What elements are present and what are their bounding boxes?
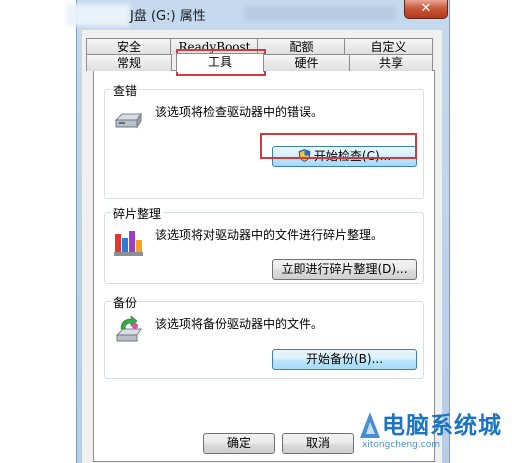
shield-icon: [298, 149, 311, 162]
drive-icon: [114, 112, 142, 129]
group-error-check: 查错 该选项将检查驱动器中的错误。 开始检查(C)...: [104, 82, 424, 199]
group-description: 该选项将备份驱动器中的文件。: [155, 317, 324, 331]
window-title: J盘 (G:) 属性: [130, 9, 206, 24]
blurred-title-region: [245, 6, 395, 20]
tab-tools[interactable]: 工具: [176, 53, 264, 72]
group-description: 该选项将检查驱动器中的错误。: [155, 105, 324, 119]
tab-general[interactable]: 常规: [86, 54, 172, 71]
group-backup: 备份 该选项将备份驱动器中的文件。 开始备份(B)...: [104, 294, 424, 379]
tools-panel: 查错 该选项将检查驱动器中的错误。 开始检查(C)... 碎片整理 该选项将对驱…: [93, 70, 435, 462]
start-check-label: 开始检查(C)...: [313, 149, 392, 163]
watermark-logo-icon: [360, 412, 380, 438]
ok-button[interactable]: 确定: [203, 433, 275, 454]
group-legend: 碎片整理: [111, 205, 164, 222]
close-button[interactable]: ✕: [404, 0, 448, 19]
tab-security[interactable]: 安全: [86, 38, 172, 55]
tab-customize[interactable]: 自定义: [344, 38, 433, 55]
watermark-text: 电脑系统城: [382, 413, 502, 439]
tab-sharing[interactable]: 共享: [349, 54, 433, 71]
tab-quota[interactable]: 配额: [257, 38, 346, 55]
tab-hardware[interactable]: 硬件: [262, 54, 351, 71]
cancel-button[interactable]: 取消: [282, 433, 354, 454]
group-legend: 备份: [111, 294, 140, 311]
defrag-icon: [114, 231, 143, 256]
start-check-button[interactable]: 开始检查(C)...: [272, 146, 417, 167]
backup-icon: [115, 315, 142, 342]
group-legend: 查错: [111, 82, 140, 99]
group-defrag: 碎片整理 该选项将对驱动器中的文件进行碎片整理。 立即进行碎片整理(D)...: [104, 205, 424, 284]
start-backup-button[interactable]: 开始备份(B)...: [272, 349, 417, 370]
group-description: 该选项将对驱动器中的文件进行碎片整理。: [155, 228, 384, 242]
watermark-url: xitongcheng.com: [362, 440, 440, 450]
tab-row-front: 常规 工具 硬件 共享: [82, 53, 438, 72]
blurred-region: [66, 4, 130, 26]
defrag-now-button[interactable]: 立即进行碎片整理(D)...: [272, 259, 417, 280]
dialog-client: 安全 ReadyBoost 配额 自定义 常规 工具 硬件 共享 查错 该选项将…: [82, 30, 442, 463]
